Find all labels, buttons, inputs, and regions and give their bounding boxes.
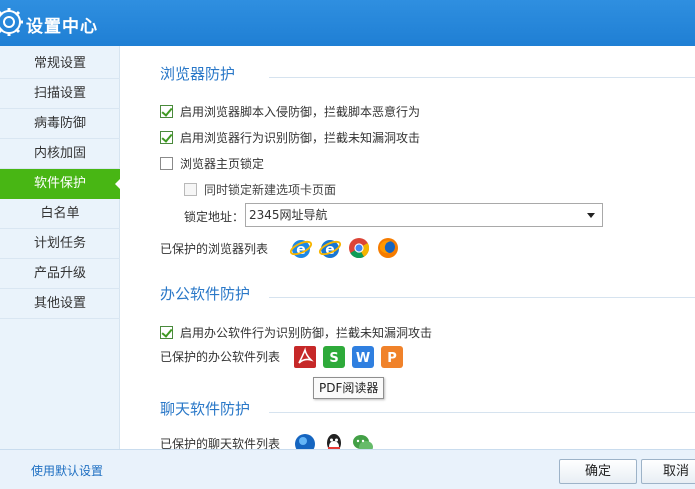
office-behavior-option[interactable]: 启用办公软件行为识别防御，拦截未知漏洞攻击 bbox=[160, 324, 432, 341]
ie-icon: e bbox=[289, 240, 313, 258]
chevron-down-icon[interactable] bbox=[587, 213, 595, 218]
sidebar-item-upgrade[interactable]: 产品升级 bbox=[0, 259, 120, 289]
sidebar-item-schedule[interactable]: 计划任务 bbox=[0, 229, 120, 259]
qq-icon bbox=[327, 434, 341, 449]
sidebar-item-software-protection[interactable]: 软件保护 bbox=[0, 169, 121, 199]
cancel-button[interactable]: 取消 bbox=[641, 459, 695, 484]
checkbox[interactable] bbox=[160, 105, 173, 118]
lock-address-label: 锁定地址： bbox=[184, 210, 245, 224]
section-divider bbox=[269, 77, 695, 78]
chrome-icon bbox=[349, 238, 370, 259]
option-label: 启用办公软件行为识别防御，拦截未知漏洞攻击 bbox=[180, 326, 433, 340]
pdf-icon bbox=[294, 346, 316, 368]
checkbox[interactable] bbox=[160, 326, 173, 339]
settings-gear-icon bbox=[0, 8, 23, 36]
office-icon-list: S W P bbox=[293, 345, 404, 369]
svg-text:S: S bbox=[329, 351, 338, 366]
office-section-title: 办公软件防护 bbox=[160, 285, 251, 303]
select-value: 2345网址导航 bbox=[249, 208, 328, 222]
section-divider bbox=[269, 412, 695, 413]
protected-browsers-label: 已保护的浏览器列表 bbox=[160, 242, 269, 256]
sidebar-item-other[interactable]: 其他设置 bbox=[0, 289, 120, 319]
firefox-icon bbox=[378, 238, 398, 258]
section-divider bbox=[269, 297, 695, 298]
svg-text:P: P bbox=[387, 351, 397, 366]
settings-panel: 浏览器防护 启用浏览器脚本入侵防御，拦截脚本恶意行为 启用浏览器行为识别防御，拦… bbox=[121, 46, 695, 449]
svg-text:W: W bbox=[356, 351, 370, 366]
checkbox[interactable] bbox=[160, 157, 173, 170]
option-label: 同时锁定新建选项卡页面 bbox=[204, 183, 337, 197]
chat-globe-icon bbox=[295, 434, 315, 449]
title-bar: 设置中心 bbox=[0, 0, 695, 46]
sidebar-item-general[interactable]: 常规设置 bbox=[0, 49, 120, 79]
homepage-lock-option[interactable]: 浏览器主页锁定 bbox=[160, 155, 264, 172]
wps-writer-icon: W bbox=[352, 346, 374, 368]
wps-spreadsheet-icon: S bbox=[323, 346, 345, 368]
sidebar-item-kernel[interactable]: 内核加固 bbox=[0, 139, 120, 169]
browser-icon-list: e e bbox=[289, 236, 400, 260]
browser-behavior-option[interactable]: 启用浏览器行为识别防御，拦截未知漏洞攻击 bbox=[160, 129, 420, 146]
edge-icon: e bbox=[318, 240, 342, 258]
pdf-reader-tooltip: PDF阅读器 bbox=[313, 377, 385, 399]
wechat-icon bbox=[353, 435, 373, 449]
window-title: 设置中心 bbox=[26, 17, 98, 37]
sidebar-item-virus-defense[interactable]: 病毒防御 bbox=[0, 109, 120, 139]
new-tab-lock-option[interactable]: 同时锁定新建选项卡页面 bbox=[184, 181, 336, 198]
browser-script-option[interactable]: 启用浏览器脚本入侵防御，拦截脚本恶意行为 bbox=[160, 103, 420, 120]
wps-presentation-icon: P bbox=[381, 346, 403, 368]
use-default-settings-link[interactable]: 使用默认设置 bbox=[31, 462, 103, 479]
sidebar-item-whitelist[interactable]: 白名单 bbox=[0, 199, 120, 229]
chat-icon-list bbox=[293, 432, 375, 449]
sidebar: 常规设置 扫描设置 病毒防御 内核加固 软件保护 白名单 计划任务 产品升级 其… bbox=[0, 46, 121, 449]
lock-address-select[interactable]: 2345网址导航 bbox=[245, 203, 603, 227]
option-label: 启用浏览器行为识别防御，拦截未知漏洞攻击 bbox=[180, 131, 421, 145]
option-label: 启用浏览器脚本入侵防御，拦截脚本恶意行为 bbox=[180, 105, 421, 119]
chat-section-title: 聊天软件防护 bbox=[160, 400, 251, 418]
ok-button[interactable]: 确定 bbox=[559, 459, 637, 484]
protected-office-label: 已保护的办公软件列表 bbox=[160, 350, 281, 364]
protected-chat-label: 已保护的聊天软件列表 bbox=[160, 437, 281, 449]
option-label: 浏览器主页锁定 bbox=[180, 157, 265, 171]
browser-section-title: 浏览器防护 bbox=[160, 65, 236, 83]
sidebar-item-scan[interactable]: 扫描设置 bbox=[0, 79, 120, 109]
checkbox[interactable] bbox=[160, 131, 173, 144]
footer-bar: 使用默认设置 确定 取消 bbox=[0, 449, 695, 489]
checkbox[interactable] bbox=[184, 183, 197, 196]
